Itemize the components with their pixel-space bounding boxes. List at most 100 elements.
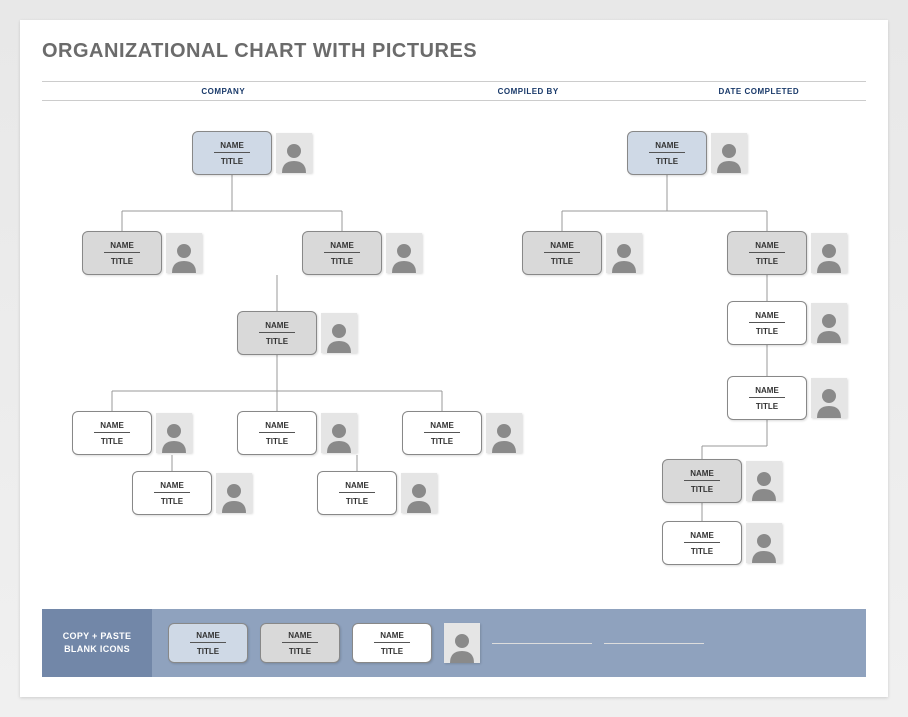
avatar-placeholder [811,378,847,418]
title-field: TITLE [266,437,288,446]
org-node[interactable]: NAME TITLE [727,301,847,345]
footer-panel: COPY + PASTE BLANK ICONS NAME TITLE NAME T… [42,609,866,677]
avatar-placeholder [486,413,522,453]
org-card: NAME TITLE [727,376,807,420]
org-node[interactable]: NAME TITLE [237,411,357,455]
title-field: TITLE [346,497,368,506]
avatar-placeholder [711,133,747,173]
name-field: NAME [749,241,785,253]
avatar-placeholder [746,461,782,501]
footer-instruction: COPY + PASTE BLANK ICONS [42,609,152,677]
org-node[interactable]: NAME TITLE [72,411,192,455]
org-node-root-right[interactable]: NAME TITLE [627,131,747,175]
org-node[interactable]: NAME TITLE [237,311,357,355]
org-card: NAMETITLE [82,231,162,275]
blank-card-grey[interactable]: NAME TITLE [260,623,340,663]
org-card: NAME TITLE [727,231,807,275]
blank-divider[interactable] [492,643,592,644]
name-field: NAME [214,141,250,153]
title-field: TITLE [221,157,243,166]
title-field: TITLE [101,437,123,446]
title-field: TITLE [197,647,219,656]
org-node[interactable]: NAME TITLE [662,521,782,565]
title-field: TITLE [756,257,778,266]
name-field: NAME [154,481,190,493]
org-card: NAMETITLE [662,459,742,503]
org-card: NAME TITLE [662,521,742,565]
org-node[interactable]: NAME TITLE [727,231,847,275]
org-card: NAME TITLE [727,301,807,345]
meta-header-row: COMPANY COMPILED BY DATE COMPLETED [42,81,866,101]
footer-line2: BLANK ICONS [64,643,130,656]
title-field: TITLE [161,497,183,506]
title-field: TITLE [266,337,288,346]
name-field: NAME [190,631,226,643]
name-field: NAME [749,311,785,323]
footer-line1: COPY + PASTE [63,630,132,643]
avatar-placeholder [401,473,437,513]
name-field: NAME [749,386,785,398]
org-node[interactable]: NAME TITLE [727,376,847,420]
avatar-placeholder [746,523,782,563]
name-field: NAME [282,631,318,643]
org-node[interactable]: NAMETITLE [82,231,202,275]
meta-company-label: COMPANY [42,87,405,96]
blank-card-white[interactable]: NAME TITLE [352,623,432,663]
org-card: NAME TITLE [627,131,707,175]
avatar-placeholder [321,313,357,353]
title-field: TITLE [381,647,403,656]
title-field: TITLE [756,402,778,411]
name-field: NAME [684,531,720,543]
title-field: TITLE [691,547,713,556]
avatar-placeholder [156,413,192,453]
title-field: TITLE [656,157,678,166]
org-card: NAME TITLE [317,471,397,515]
document-page: ORGANIZATIONAL CHART WITH PICTURES COMPA… [20,20,888,697]
title-field: TITLE [756,327,778,336]
avatar-placeholder [166,233,202,273]
meta-compiled-label: COMPILED BY [405,87,652,96]
avatar-placeholder [811,233,847,273]
name-field: NAME [259,321,295,333]
org-node[interactable]: NAME TITLE [132,471,252,515]
org-node[interactable]: NAME TITLE [402,411,522,455]
title-field: TITLE [289,647,311,656]
org-chart-area: NAMETITLE NAMETITLE NAMETITLE NAMETITLE … [42,101,866,571]
blank-divider[interactable] [604,643,704,644]
org-node[interactable]: NAMETITLE [662,459,782,503]
avatar-placeholder [606,233,642,273]
name-field: NAME [374,631,410,643]
footer-templates-row: NAME TITLE NAME TITLE NAME TITLE [152,609,866,677]
org-node[interactable]: NAME TITLE [522,231,642,275]
title-field: TITLE [331,257,353,266]
title-field: TITLE [431,437,453,446]
name-field: NAME [94,421,130,433]
name-field: NAME [104,241,140,253]
org-card: NAME TITLE [522,231,602,275]
org-card: NAME TITLE [192,131,272,175]
avatar-placeholder [321,413,357,453]
name-field: NAME [424,421,460,433]
org-card: NAME TITLE [237,311,317,355]
name-field: NAME [339,481,375,493]
org-card: NAME TITLE [132,471,212,515]
avatar-placeholder [276,133,312,173]
avatar-placeholder [386,233,422,273]
org-card: NAME TITLE [302,231,382,275]
org-card: NAME TITLE [72,411,152,455]
blank-card-blue[interactable]: NAME TITLE [168,623,248,663]
avatar-placeholder [216,473,252,513]
name-field: NAME [544,241,580,253]
name-field: NAME [684,469,720,481]
avatar-placeholder [811,303,847,343]
org-node-root-left[interactable]: NAME TITLE [192,131,312,175]
blank-avatar[interactable] [444,623,480,663]
name-field: NAME [649,141,685,153]
title-field: TITLE [551,257,573,266]
meta-date-label: DATE COMPLETED [652,87,866,96]
name-field: NAME [324,241,360,253]
org-node[interactable]: NAME TITLE [302,231,422,275]
org-node[interactable]: NAME TITLE [317,471,437,515]
name-field: NAME [259,421,295,433]
org-card: NAME TITLE [402,411,482,455]
